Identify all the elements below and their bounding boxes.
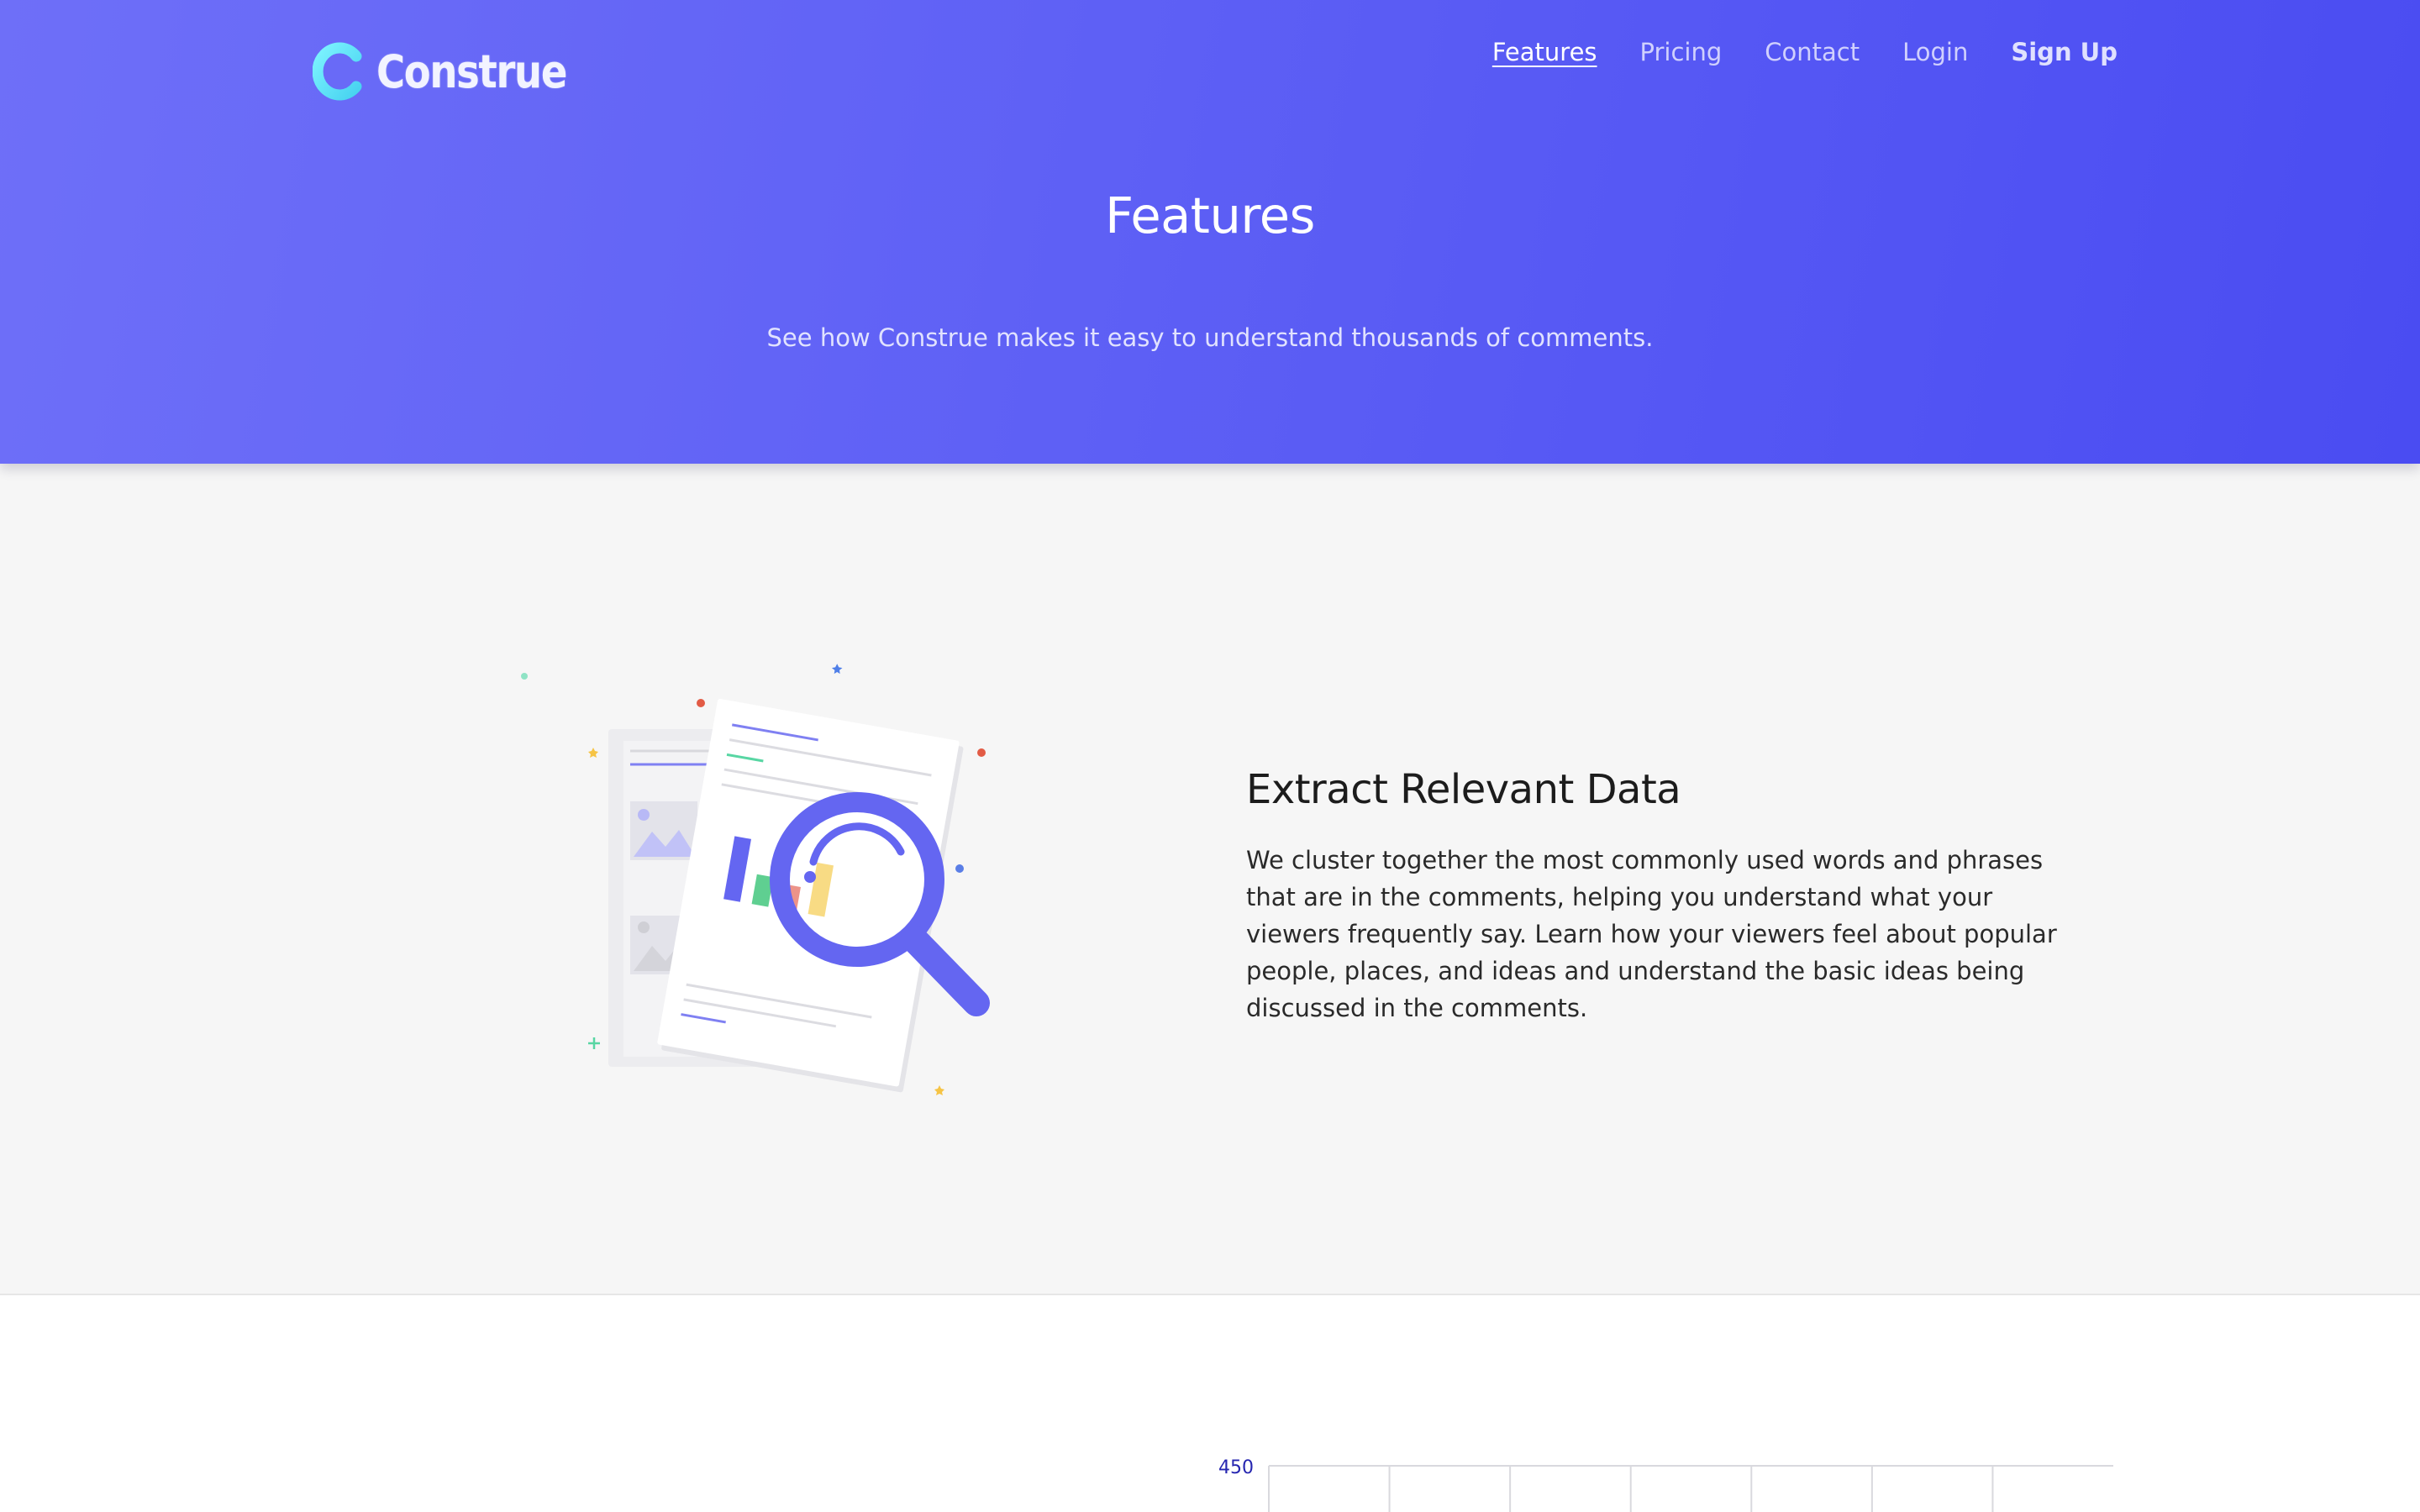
- feature-title: Extract Relevant Data: [1246, 766, 1681, 813]
- nav-link-contact[interactable]: Contact: [1765, 38, 1860, 66]
- nav-link-features[interactable]: Features: [1492, 38, 1597, 66]
- nav-link-signup[interactable]: Sign Up: [2011, 38, 2118, 66]
- feature-description: We cluster together the most commonly us…: [1246, 846, 2057, 1022]
- hero-header: Construe Features Pricing Contact Login …: [0, 0, 2420, 464]
- bar-chart: 450: [1218, 1457, 2113, 1512]
- nav-link-pricing[interactable]: Pricing: [1640, 38, 1723, 66]
- chart-section: 450: [0, 1295, 2420, 1512]
- feature-section: Extract Relevant Data We cluster togethe…: [0, 464, 2420, 1295]
- document-magnifier-chart-illustration: [504, 648, 1008, 1119]
- logo-c-icon: [313, 41, 365, 102]
- feature-text-block: Extract Relevant Data We cluster togethe…: [1246, 766, 2086, 1026]
- page-subtitle: See how Construe makes it easy to unders…: [766, 323, 1654, 352]
- main-nav: Features Pricing Contact Login Sign Up: [1492, 34, 2118, 71]
- nav-link-login[interactable]: Login: [1902, 38, 1968, 66]
- chart-y-tick-label: 450: [1218, 1457, 1254, 1478]
- brand-name: Construe: [376, 45, 567, 98]
- brand-logo[interactable]: Construe: [313, 37, 597, 106]
- page-title: Features: [1105, 186, 1315, 244]
